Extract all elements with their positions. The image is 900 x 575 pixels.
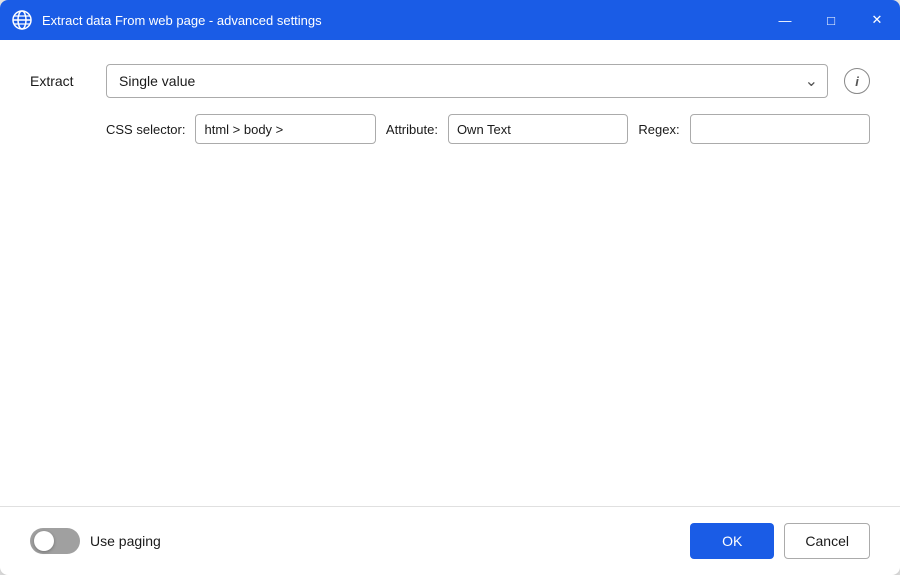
css-selector-label: CSS selector: [106, 122, 185, 137]
extract-row: Extract Single value List of values Tabl… [30, 64, 870, 98]
ok-button[interactable]: OK [690, 523, 774, 559]
cancel-button[interactable]: Cancel [784, 523, 870, 559]
attribute-input[interactable] [448, 114, 628, 144]
css-selector-row: CSS selector: Attribute: Regex: [106, 114, 870, 144]
button-row: OK Cancel [690, 523, 870, 559]
extract-label: Extract [30, 73, 90, 89]
regex-label: Regex: [638, 122, 679, 137]
maximize-button[interactable]: □ [808, 0, 854, 40]
window-controls: — □ ✕ [762, 0, 900, 40]
use-paging-label: Use paging [90, 533, 161, 549]
extract-select-wrapper: Single value List of values Table ⌄ [106, 64, 828, 98]
info-button[interactable]: i [844, 68, 870, 94]
extract-select[interactable]: Single value List of values Table [106, 64, 828, 98]
bottom-section: Use paging OK Cancel [0, 506, 900, 575]
title-bar: Extract data From web page - advanced se… [0, 0, 900, 40]
dialog-content: Extract Single value List of values Tabl… [0, 40, 900, 506]
use-paging-toggle[interactable] [30, 528, 80, 554]
attribute-label: Attribute: [386, 122, 438, 137]
app-icon [12, 10, 32, 30]
paging-row: Use paging [30, 528, 161, 554]
toggle-knob [34, 531, 54, 551]
close-button[interactable]: ✕ [854, 0, 900, 40]
regex-input[interactable] [690, 114, 870, 144]
window-title: Extract data From web page - advanced se… [42, 13, 762, 28]
css-selector-input[interactable] [195, 114, 375, 144]
dialog-window: Extract data From web page - advanced se… [0, 0, 900, 575]
minimize-button[interactable]: — [762, 0, 808, 40]
